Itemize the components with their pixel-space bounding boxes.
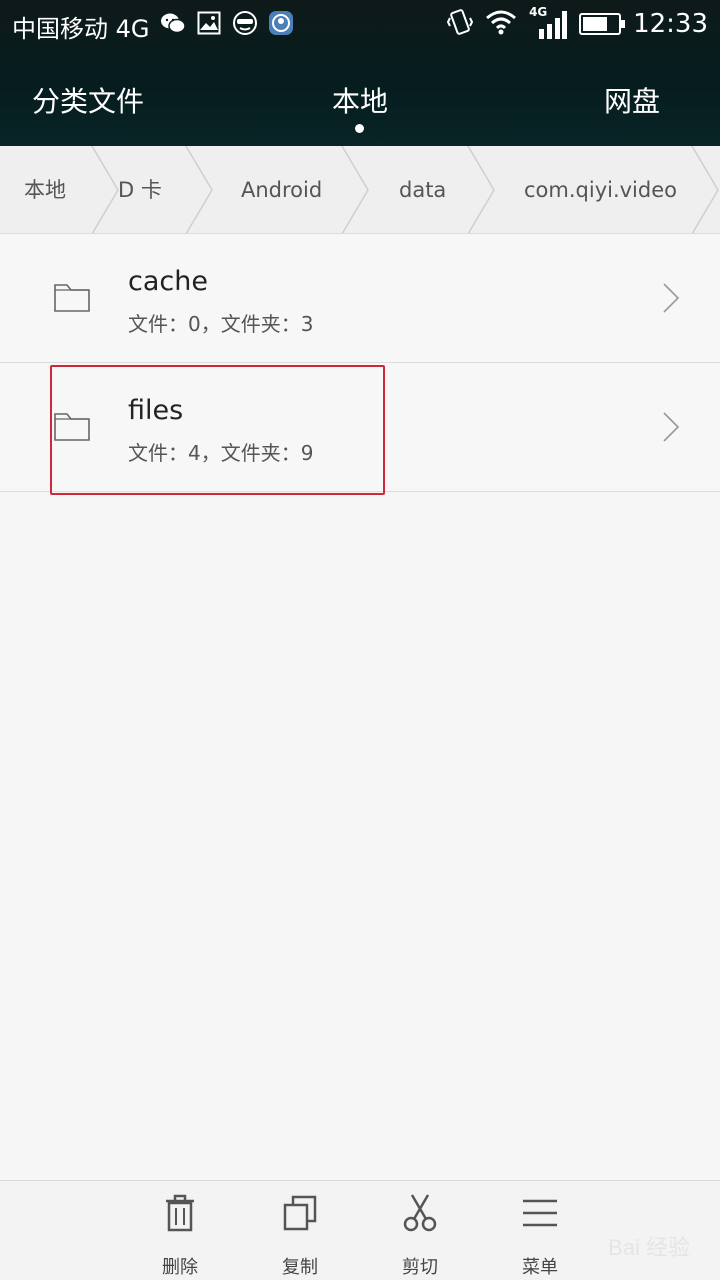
list-item[interactable]: files 文件：4，文件夹：9	[0, 363, 720, 492]
tab-cloud[interactable]: 网盘	[604, 80, 660, 120]
folder-list: cache 文件：0，文件夹：3 files 文件：4，文件夹：9	[0, 234, 720, 492]
status-bar: 中国移动 4G 4G 12:33	[0, 0, 720, 52]
wifi-icon	[485, 9, 517, 39]
menu-icon	[523, 1199, 557, 1227]
breadcrumb: 本地 D 卡 Android data com.qiyi.video	[0, 146, 720, 234]
signal-icon: 4G	[529, 5, 568, 39]
breadcrumb-item-android[interactable]: Android	[241, 146, 322, 233]
folder-name: files	[128, 395, 184, 426]
image-icon	[196, 10, 222, 36]
account-icon	[268, 10, 294, 36]
face-icon	[232, 10, 258, 36]
folder-icon	[54, 411, 90, 441]
cut-label: 剪切	[402, 1257, 438, 1278]
folder-meta: 文件：0，文件夹：3	[128, 312, 314, 336]
copy-label: 复制	[282, 1257, 318, 1278]
menu-label: 菜单	[522, 1257, 558, 1278]
breadcrumb-item-local[interactable]: 本地	[24, 146, 66, 233]
copy-button[interactable]: 复制	[255, 1193, 345, 1279]
list-item[interactable]: cache 文件：0，文件夹：3	[0, 234, 720, 363]
watermark: Bai 经验	[608, 1235, 690, 1260]
folder-icon	[54, 282, 90, 312]
battery-icon	[579, 13, 626, 35]
breadcrumb-item-sdcard[interactable]: D 卡	[118, 146, 162, 233]
bottom-toolbar: 删除 复制 剪切 菜单 Bai 经验	[0, 1180, 720, 1280]
folder-meta: 文件：4，文件夹：9	[128, 441, 314, 465]
scissors-icon	[403, 1194, 437, 1232]
active-tab-indicator	[355, 124, 364, 133]
copy-icon	[283, 1195, 317, 1231]
breadcrumb-item-data[interactable]: data	[399, 146, 446, 233]
breadcrumb-item-package[interactable]: com.qiyi.video	[524, 146, 677, 233]
breadcrumb-separator	[184, 146, 224, 233]
status-right: 4G 12:33	[446, 5, 708, 40]
chevron-right-icon	[662, 411, 680, 443]
clock: 12:33	[633, 9, 708, 39]
carrier-label: 中国移动 4G	[12, 15, 150, 43]
tab-bar: 分类文件 本地 网盘	[0, 70, 720, 140]
delete-button[interactable]: 删除	[135, 1193, 225, 1279]
chevron-right-icon	[662, 282, 680, 314]
cut-button[interactable]: 剪切	[375, 1193, 465, 1279]
battery-level	[583, 17, 607, 31]
notification-icons	[160, 10, 294, 36]
app-header: 中国移动 4G 4G 12:33 分类文件 本地 网盘	[0, 0, 720, 146]
delete-label: 删除	[162, 1257, 198, 1278]
breadcrumb-separator	[690, 146, 720, 233]
menu-button[interactable]: 菜单	[495, 1193, 585, 1279]
trash-icon	[166, 1194, 194, 1232]
breadcrumb-separator	[466, 146, 506, 233]
wechat-icon	[160, 10, 186, 36]
folder-name: cache	[128, 266, 208, 297]
vibrate-icon	[446, 8, 474, 40]
breadcrumb-separator	[340, 146, 380, 233]
